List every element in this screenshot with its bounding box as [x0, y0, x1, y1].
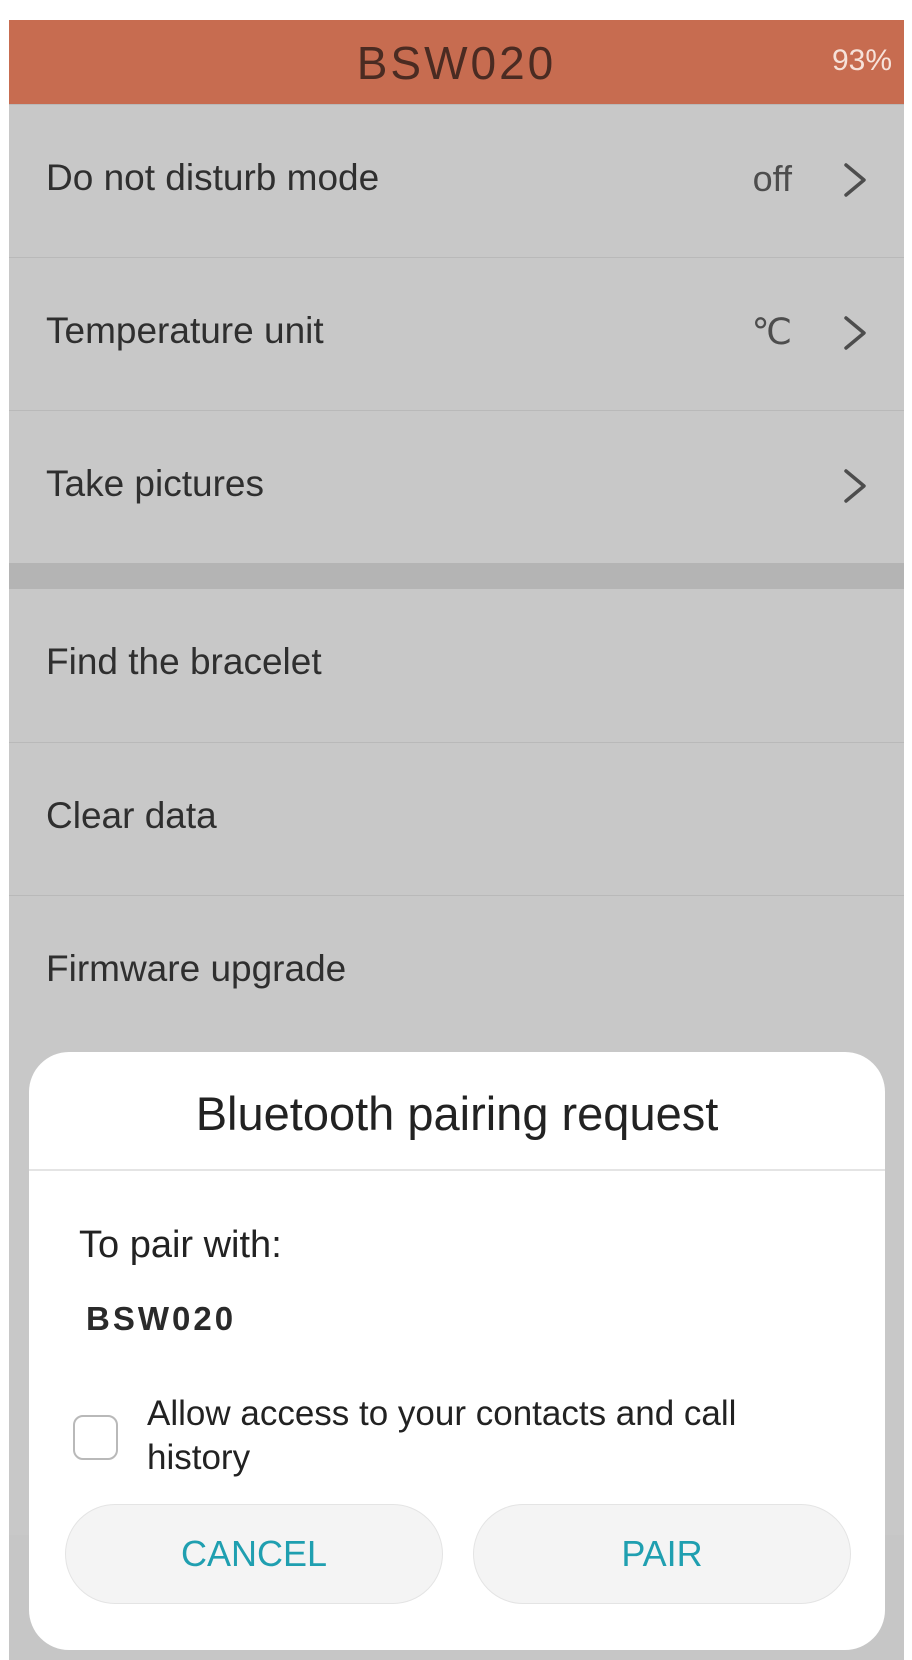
setting-label: Do not disturb mode: [46, 157, 380, 198]
device-title: BSW020: [356, 37, 557, 89]
dialog-divider: [29, 1169, 885, 1171]
setting-value: ℃: [751, 311, 792, 352]
contacts-access-checkbox[interactable]: [73, 1415, 118, 1460]
setting-take-pictures[interactable]: Take pictures: [9, 410, 904, 563]
setting-label: Clear data: [46, 795, 217, 836]
setting-temperature-unit[interactable]: Temperature unit ℃: [9, 257, 904, 410]
setting-value: off: [752, 158, 792, 199]
chevron-right-icon: [844, 163, 866, 197]
dialog-title: Bluetooth pairing request: [195, 1087, 719, 1140]
setting-label: Take pictures: [46, 463, 264, 504]
app-header: BSW020 93%: [9, 20, 904, 104]
contacts-access-label[interactable]: Allow access to your contacts and call h…: [147, 1392, 847, 1480]
chevron-right-icon: [844, 316, 866, 350]
setting-firmware-upgrade[interactable]: Firmware upgrade: [9, 895, 904, 1048]
pair-with-label: To pair with:: [79, 1224, 282, 1266]
setting-label: Temperature unit: [46, 310, 324, 351]
pair-button[interactable]: PAIR: [473, 1504, 851, 1604]
section-divider: [9, 563, 904, 589]
app-screen: BSW020 93% Do not disturb mode off Tempe…: [9, 20, 904, 1660]
setting-label: Find the bracelet: [46, 641, 322, 682]
setting-clear-data[interactable]: Clear data: [9, 742, 904, 895]
device-name: BSW020: [86, 1300, 237, 1337]
setting-do-not-disturb[interactable]: Do not disturb mode off: [9, 104, 904, 257]
battery-level: 93%: [831, 44, 892, 77]
setting-find-bracelet[interactable]: Find the bracelet: [9, 589, 904, 742]
bluetooth-pairing-dialog: Bluetooth pairing request To pair with: …: [29, 1052, 885, 1650]
chevron-right-icon: [844, 469, 866, 503]
setting-label: Firmware upgrade: [46, 948, 347, 989]
cancel-button[interactable]: CANCEL: [65, 1504, 443, 1604]
